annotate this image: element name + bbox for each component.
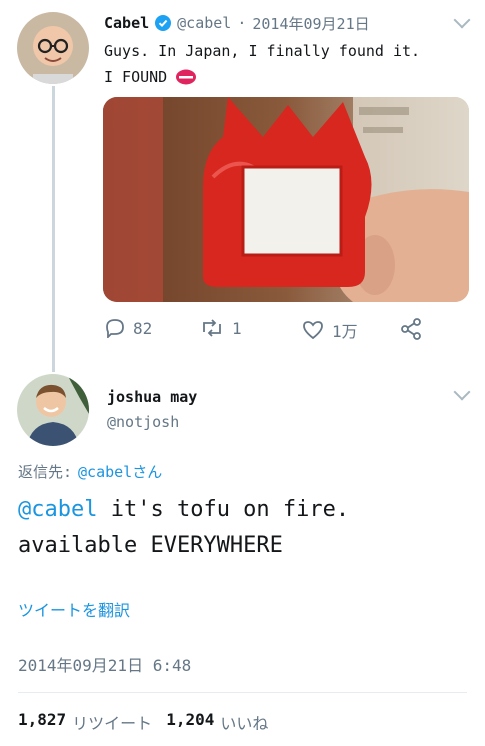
like-label: いいね: [220, 714, 269, 733]
share-button[interactable]: [400, 318, 422, 344]
thread-connector-line: [52, 86, 55, 372]
tweet1-header: Cabel @cabel · 2014年09月21日: [104, 12, 444, 34]
tweet-text-line: available EVERYWHERE: [18, 533, 283, 558]
separator-dot: ·: [237, 14, 247, 32]
retweet-stat[interactable]: 1,827 リツイート: [18, 710, 152, 734]
translate-tweet-link[interactable]: ツイートを翻訳: [18, 597, 130, 621]
tweet-text: it's tofu on fire.: [97, 497, 350, 522]
retweet-icon: [203, 319, 221, 337]
avatar-notjosh[interactable]: [17, 374, 89, 446]
tweet-text-line: Guys. In Japan, I finally found it.: [104, 42, 421, 60]
tweet-date[interactable]: 2014年09月21日: [252, 13, 369, 34]
tweet-timestamp[interactable]: 2014年09月21日 6:48: [18, 652, 191, 676]
reply-button[interactable]: 82: [105, 318, 152, 338]
reply-count: 82: [133, 318, 153, 338]
chevron-down-icon[interactable]: [453, 383, 471, 401]
handle[interactable]: @cabel: [177, 14, 231, 32]
heart-icon: [303, 321, 323, 340]
tweet2-text: @cabel it's tofu on fire. available EVER…: [18, 492, 473, 564]
lips-icon: [175, 68, 197, 86]
reply-to-label: 返信先:: [18, 463, 73, 481]
chevron-down-icon[interactable]: [453, 11, 471, 29]
tweet-media-image[interactable]: [103, 97, 469, 302]
verified-badge-icon: [155, 15, 172, 31]
reply-to-user-link[interactable]: @cabelさん: [78, 461, 162, 482]
retweet-count: 1,827: [18, 710, 67, 729]
tweet-stats: 1,827 リツイート 1,204 いいね: [18, 710, 268, 734]
reply-to-line: 返信先: @cabelさん: [18, 461, 162, 482]
display-name[interactable]: joshua may: [107, 388, 197, 406]
like-count: 1万: [332, 322, 358, 341]
retweet-label: リツイート: [72, 714, 153, 733]
share-icon: [401, 318, 421, 340]
handle[interactable]: @notjosh: [107, 413, 179, 431]
display-name[interactable]: Cabel: [104, 14, 149, 32]
avatar-cabel[interactable]: [17, 12, 89, 84]
reply-icon: [106, 319, 124, 338]
mention-link[interactable]: @cabel: [18, 497, 97, 522]
tweet-text-line: I FOUND: [104, 68, 168, 86]
like-button[interactable]: 1万: [302, 318, 358, 342]
like-count: 1,204: [166, 710, 215, 729]
retweet-count: 1: [232, 318, 242, 338]
like-stat[interactable]: 1,204 いいね: [166, 710, 268, 734]
tweet1-text: Guys. In Japan, I finally found it. I FO…: [104, 38, 474, 90]
divider: [18, 692, 467, 693]
retweet-button[interactable]: 1: [200, 318, 242, 338]
